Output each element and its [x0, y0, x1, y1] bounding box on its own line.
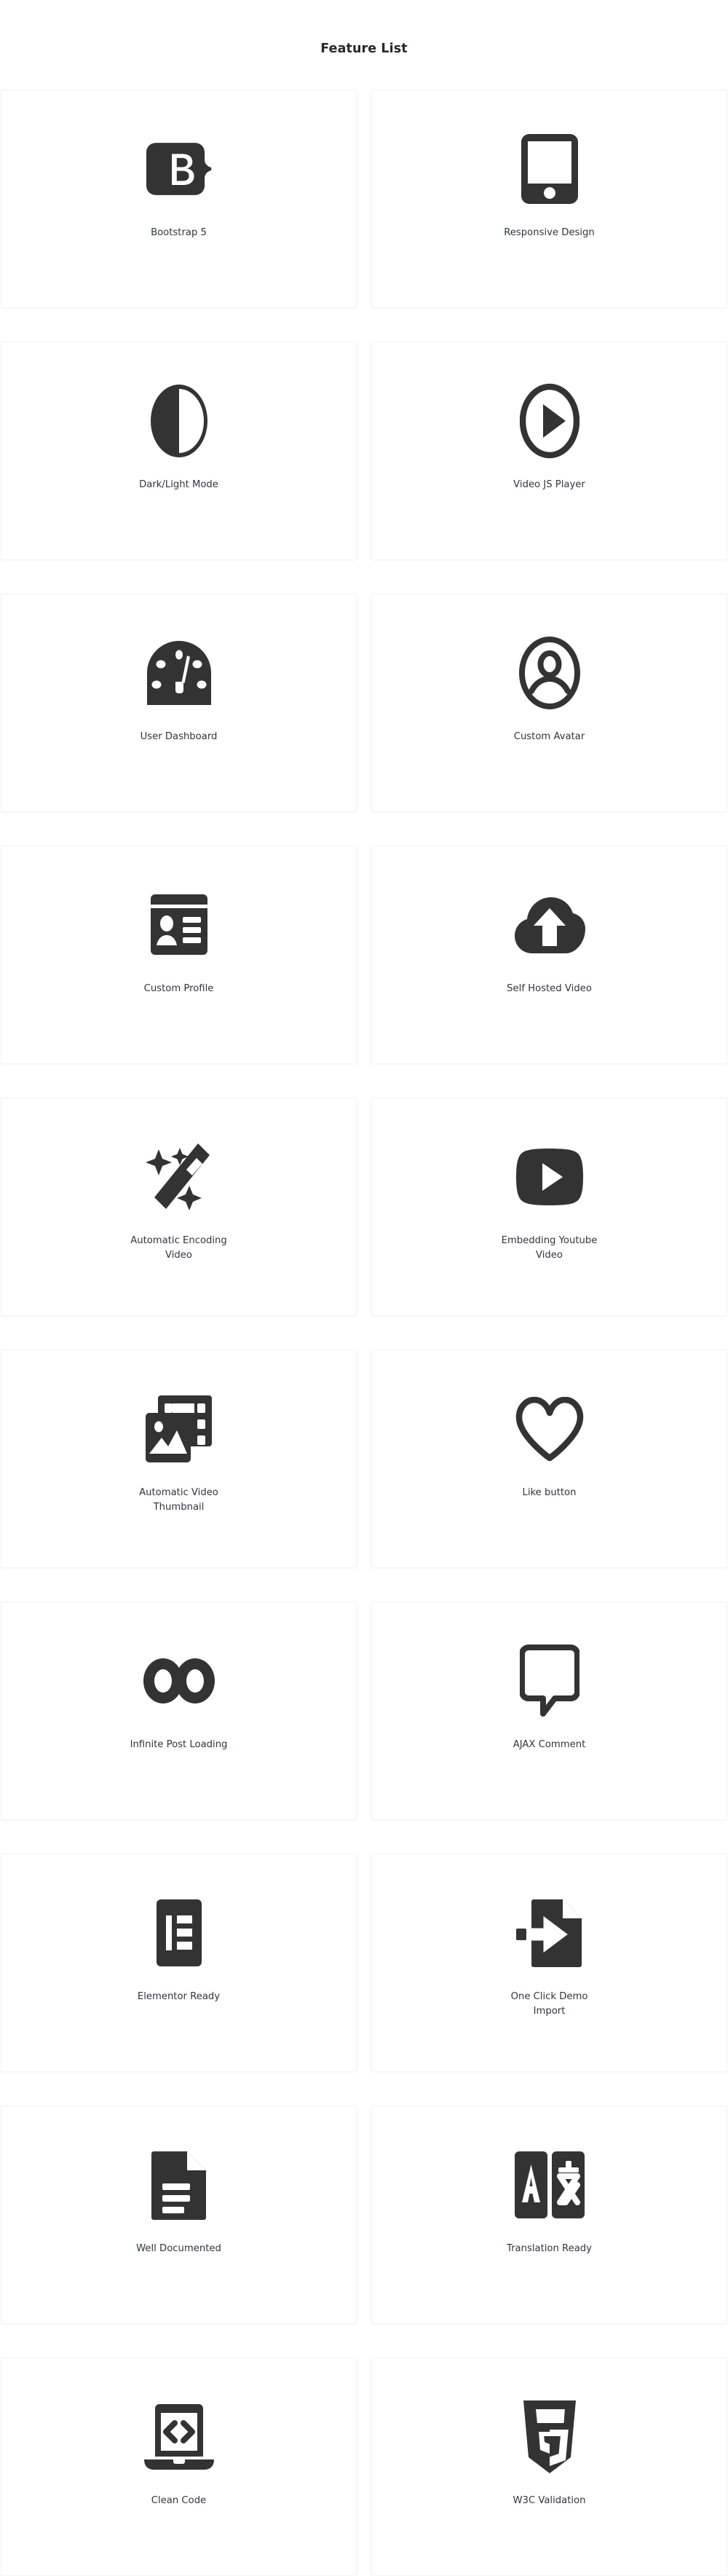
feature-card-label: Dark/Light Mode: [139, 479, 218, 490]
feature-card-bootstrap-5[interactable]: Bootstrap 5: [1, 90, 357, 308]
feature-card-custom-profile[interactable]: Custom Profile: [1, 846, 357, 1064]
feature-card-label: Embedding Youtube Video: [501, 1235, 598, 1261]
half-circle-icon: [128, 380, 230, 462]
feature-card-label: Automatic Encoding Video: [130, 1235, 227, 1261]
image-film-icon: [128, 1388, 230, 1470]
feature-card-label: Bootstrap 5: [151, 227, 207, 238]
feature-card-label: Responsive Design: [504, 227, 595, 238]
gauge-icon: [128, 632, 230, 714]
html5-shield-icon: [499, 2396, 601, 2478]
feature-card-automatic-video-thumbnail[interactable]: Automatic Video Thumbnail: [1, 1350, 357, 1568]
feature-card-label: Like button: [522, 1487, 577, 1498]
feature-card-elementor-ready[interactable]: Elementor Ready: [1, 1854, 357, 2072]
comment-icon: [499, 1640, 601, 1722]
file-lines-icon: [128, 2144, 230, 2226]
heart-icon: [499, 1388, 601, 1470]
feature-card-like-button[interactable]: Like button: [371, 1350, 727, 1568]
feature-card-label: Infinite Post Loading: [130, 1739, 228, 1750]
feature-card-video-js-player[interactable]: Video JS Player: [371, 342, 727, 560]
feature-card-label: Custom Avatar: [513, 731, 585, 742]
feature-card-ajax-comment[interactable]: AJAX Comment: [371, 1602, 727, 1820]
feature-card-label: Custom Profile: [143, 983, 214, 994]
feature-card-one-click-demo-import[interactable]: One Click Demo Import: [371, 1854, 727, 2072]
feature-card-label: One Click Demo Import: [510, 1991, 588, 2017]
feature-card-infinite-post-loading[interactable]: Infinite Post Loading: [1, 1602, 357, 1820]
feature-card-self-hosted-video[interactable]: Self Hosted Video: [371, 846, 727, 1064]
magic-wand-icon: [128, 1136, 230, 1218]
feature-card-user-dashboard[interactable]: User Dashboard: [1, 594, 357, 812]
bootstrap-icon: [128, 128, 230, 210]
feature-card-label: W3C Validation: [513, 2495, 586, 2506]
feature-card-label: Elementor Ready: [137, 1991, 221, 2002]
infinity-icon: [128, 1640, 230, 1722]
youtube-icon: [499, 1136, 601, 1218]
feature-card-label: Well Documented: [136, 2243, 221, 2254]
feature-card-well-documented[interactable]: Well Documented: [1, 2106, 357, 2324]
feature-card-dark-light-mode[interactable]: Dark/Light Mode: [1, 342, 357, 560]
feature-card-w3c-validation[interactable]: W3C Validation: [371, 2358, 727, 2576]
feature-card-embedding-youtube-video[interactable]: Embedding Youtube Video: [371, 1098, 727, 1316]
user-circle-icon: [499, 632, 601, 714]
translate-icon: [499, 2144, 601, 2226]
file-import-icon: [499, 1892, 601, 1974]
cloud-upload-icon: [499, 884, 601, 966]
feature-card-label: AJAX Comment: [513, 1739, 586, 1750]
laptop-code-icon: [128, 2396, 230, 2478]
id-card-icon: [128, 884, 230, 966]
feature-card-label: Video JS Player: [513, 479, 585, 490]
feature-card-translation-ready[interactable]: Translation Ready: [371, 2106, 727, 2324]
elementor-icon: [128, 1892, 230, 1974]
feature-card-automatic-encoding-video[interactable]: Automatic Encoding Video: [1, 1098, 357, 1316]
feature-card-label: Clean Code: [151, 2495, 207, 2506]
page-title: Feature List: [320, 42, 408, 56]
feature-card-label: Automatic Video Thumbnail: [139, 1487, 218, 1513]
tablet-icon: [499, 128, 601, 210]
feature-card-label: Self Hosted Video: [507, 983, 592, 994]
feature-card-label: User Dashboard: [140, 731, 218, 742]
feature-card-clean-code[interactable]: Clean Code: [1, 2358, 357, 2576]
feature-grid: Bootstrap 5 Responsive Design Dark/Light M…: [0, 90, 728, 2576]
feature-card-custom-avatar[interactable]: Custom Avatar: [371, 594, 727, 812]
feature-card-label: Translation Ready: [507, 2243, 592, 2254]
feature-card-responsive-design[interactable]: Responsive Design: [371, 90, 727, 308]
play-circle-icon: [499, 380, 601, 462]
